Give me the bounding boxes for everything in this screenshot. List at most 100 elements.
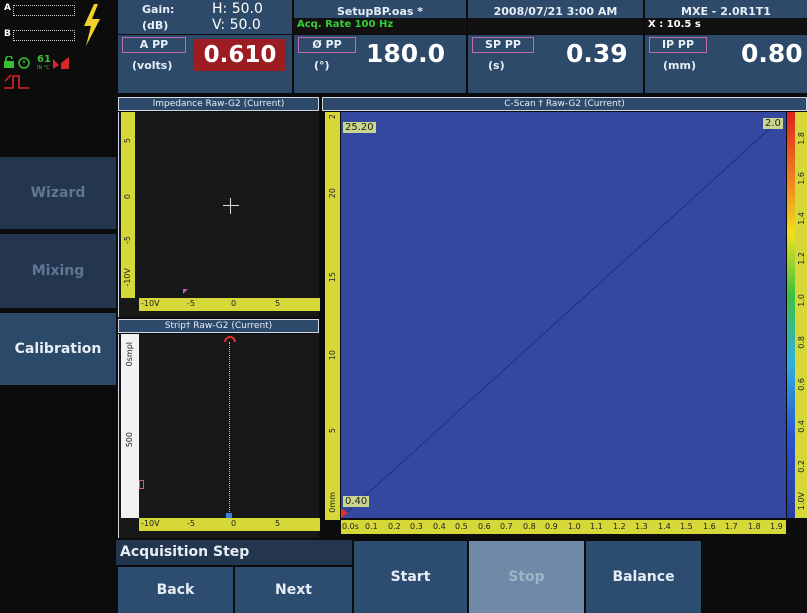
gain-v-value[interactable]: V: 50.0 bbox=[212, 17, 261, 33]
readout-phase-pp[interactable]: Ø PP (°) 180.0 bbox=[294, 35, 466, 93]
strip-cursor-top-icon bbox=[224, 336, 236, 343]
firmware-version: MXE - 2.0R1T1 bbox=[681, 5, 771, 18]
sidebar-item-mixing[interactable]: Mixing bbox=[0, 234, 116, 308]
balance-button[interactable]: Balance bbox=[586, 541, 701, 613]
cscan-bottom-value: 0.40 bbox=[343, 496, 370, 507]
readout-ip-pp-unit: (mm) bbox=[663, 59, 696, 72]
readout-sp-pp-value: 0.39 bbox=[566, 39, 628, 68]
strip-marker bbox=[139, 480, 144, 489]
cscan-x-tick: 1.5 bbox=[680, 522, 693, 531]
cscan-x-tick: 0.6 bbox=[478, 522, 491, 531]
cscan-x-tick: 0.1 bbox=[365, 522, 378, 531]
readout-ip-pp-label: IP PP bbox=[649, 37, 707, 53]
cscan-y-tick: 20 bbox=[328, 188, 337, 199]
readout-ip-pp[interactable]: IP PP (mm) 0.80 bbox=[645, 35, 807, 93]
stop-button[interactable]: Stop bbox=[469, 541, 584, 613]
strip-plot[interactable]: 0smpl 500 -10V -5 0 5 bbox=[118, 334, 320, 538]
cscan-x-tick: 0.4 bbox=[433, 522, 446, 531]
strip-y-ruler: 0smpl 500 bbox=[121, 334, 139, 518]
cscan-plot[interactable]: 25.20 0.40 2.0 bbox=[341, 112, 786, 518]
datetime-panel: 2008/07/21 3:00 AM bbox=[468, 0, 643, 18]
gain-panel: Gain: (dB) H: 50.0 V: 50.0 bbox=[118, 0, 292, 34]
impedance-y-ruler: 5 0 -5 -10V bbox=[121, 112, 135, 298]
strip-x-tick: 5 bbox=[275, 519, 281, 528]
cscan-color-tick: 1.0 bbox=[797, 294, 806, 307]
cscan-x-tick: 0.2 bbox=[388, 522, 401, 531]
cscan-x-ruler: 0.0s 0.1 0.2 0.3 0.4 0.5 0.6 0.7 0.8 0.9… bbox=[341, 520, 786, 534]
cscan-x-tick: 0.7 bbox=[500, 522, 513, 531]
cscan-origin-marker bbox=[341, 508, 348, 518]
acq-rate: Acq. Rate 100 Hz bbox=[297, 19, 394, 30]
sidebar-item-calibration[interactable]: Calibration bbox=[0, 313, 116, 385]
cscan-y-tick: 2 bbox=[328, 114, 337, 120]
readout-phase-pp-label: Ø PP bbox=[298, 37, 356, 53]
impedance-y-tick: -10V bbox=[123, 268, 132, 287]
readout-sp-pp[interactable]: SP PP (s) 0.39 bbox=[468, 35, 643, 93]
cscan-x-tick: 1.2 bbox=[613, 522, 626, 531]
gain-h-value[interactable]: H: 50.0 bbox=[212, 1, 263, 17]
back-button[interactable]: Back bbox=[118, 567, 233, 613]
cscan-x-tick: 1.7 bbox=[725, 522, 738, 531]
impedance-plot[interactable]: 5 0 -5 -10V -10V -5 0 5 bbox=[118, 112, 320, 317]
cscan-y-ruler: 2 20 15 10 5 0mm bbox=[325, 112, 340, 520]
cscan-color-tick: 1.4 bbox=[797, 212, 806, 225]
timer-icon bbox=[18, 57, 30, 69]
firmware-panel: MXE - 2.0R1T1 bbox=[645, 0, 807, 18]
channel-b-label: B bbox=[4, 29, 11, 39]
readout-a-pp-value: 0.610 bbox=[194, 39, 286, 71]
cscan-color-tick: 0.8 bbox=[797, 336, 806, 349]
cscan-x-tick: 0.5 bbox=[455, 522, 468, 531]
cscan-x-tick: 0.0s bbox=[342, 522, 359, 531]
cscan-color-tick: 1.6 bbox=[797, 172, 806, 185]
sidebar-item-wizard[interactable]: Wizard bbox=[0, 157, 116, 229]
impedance-y-tick: 5 bbox=[123, 138, 132, 144]
blank-panel bbox=[468, 18, 643, 34]
acquisition-step-bar: Acquisition Step bbox=[116, 540, 352, 565]
start-button[interactable]: Start bbox=[354, 541, 467, 613]
impedance-y-tick: -5 bbox=[123, 236, 132, 244]
readout-sp-pp-label: SP PP bbox=[472, 37, 534, 53]
next-button[interactable]: Next bbox=[235, 567, 352, 613]
strip-x-tick: 0 bbox=[231, 519, 237, 528]
file-name-panel: SetupBP.oas * bbox=[294, 0, 466, 18]
strip-x-ruler: -10V -5 0 5 bbox=[139, 518, 320, 531]
battery-level: 61 bbox=[37, 54, 51, 65]
x-readout-panel: X : 10.5 s bbox=[645, 18, 807, 34]
impedance-title: Impedance Raw-G2 (Current) bbox=[118, 97, 319, 111]
impedance-x-tick: 0 bbox=[231, 299, 237, 308]
cscan-color-tick: 0.6 bbox=[797, 378, 806, 391]
readout-phase-pp-unit: (°) bbox=[314, 59, 330, 72]
gain-unit: (dB) bbox=[142, 19, 169, 32]
impedance-y-tick: 0 bbox=[123, 194, 132, 200]
cscan-color-tick: 0.2 bbox=[797, 460, 806, 473]
cscan-x-tick: 0.8 bbox=[523, 522, 536, 531]
cscan-x-tick: 1.9 bbox=[770, 522, 783, 531]
cscan-x-tick: 1.3 bbox=[635, 522, 648, 531]
cscan-color-tick: 1.0V bbox=[797, 492, 806, 511]
probe-icon bbox=[4, 74, 29, 89]
impedance-x-tick: 5 bbox=[275, 299, 281, 308]
acquisition-step-label: Acquisition Step bbox=[120, 544, 250, 560]
cscan-diagonal-line bbox=[342, 121, 778, 517]
strip-x-tick: -10V bbox=[141, 519, 160, 528]
cscan-x-tick: 0.9 bbox=[545, 522, 558, 531]
cscan-x-tick: 1.1 bbox=[590, 522, 603, 531]
gain-label: Gain: bbox=[142, 3, 175, 16]
strip-x-tick: -5 bbox=[187, 519, 195, 528]
readout-phase-pp-value: 180.0 bbox=[366, 39, 446, 68]
cscan-color-tick: 0.4 bbox=[797, 420, 806, 433]
battery-icon bbox=[53, 57, 69, 69]
readout-a-pp[interactable]: A PP (volts) 0.610 bbox=[118, 35, 292, 93]
strip-title: Strip† Raw-G2 (Current) bbox=[118, 319, 319, 333]
readout-sp-pp-unit: (s) bbox=[488, 59, 505, 72]
readout-a-pp-unit: (volts) bbox=[132, 59, 173, 72]
lock-icon bbox=[4, 56, 14, 68]
impedance-marker bbox=[183, 289, 188, 294]
cscan-color-tick: 1.2 bbox=[797, 252, 806, 265]
status-area: A B 61 IN °C bbox=[0, 0, 116, 100]
cscan-color-bar bbox=[787, 112, 795, 518]
battery-unit: IN °C bbox=[37, 65, 50, 71]
channel-a-indicator bbox=[13, 5, 75, 16]
cscan-y-tick: 15 bbox=[328, 272, 337, 283]
strip-y-tick: 500 bbox=[125, 432, 134, 448]
